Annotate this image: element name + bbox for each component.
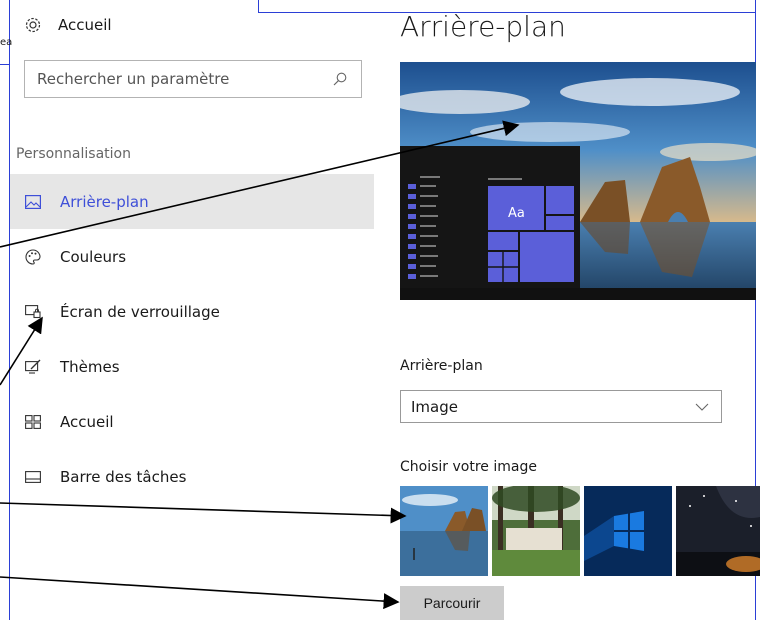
preview-tile-label: Aa bbox=[508, 206, 525, 221]
picture-icon bbox=[24, 193, 42, 211]
nav-home-label: Accueil bbox=[58, 16, 112, 34]
settings-sidebar: Accueil Rechercher un paramètre Personna… bbox=[10, 0, 374, 620]
search-placeholder: Rechercher un paramètre bbox=[37, 70, 230, 88]
thumbnail-trees[interactable] bbox=[492, 486, 580, 576]
frame-line-fragment bbox=[0, 64, 10, 65]
sidebar-item-label: Accueil bbox=[60, 412, 114, 431]
gear-icon bbox=[24, 16, 42, 34]
sidebar-item-colors[interactable]: Couleurs bbox=[10, 229, 374, 284]
sidebar-item-label: Thèmes bbox=[60, 357, 120, 376]
sidebar-item-label: Arrière-plan bbox=[60, 192, 149, 211]
thumbnail-windows[interactable] bbox=[584, 486, 672, 576]
browse-button[interactable]: Parcourir bbox=[400, 586, 504, 620]
sidebar-item-label: Barre des tâches bbox=[60, 467, 187, 486]
themes-icon bbox=[24, 358, 42, 376]
sidebar-item-lock-screen[interactable]: Écran de verrouillage bbox=[10, 284, 374, 339]
page-title: Arrière-plan bbox=[400, 10, 566, 43]
image-thumbnails bbox=[400, 486, 760, 576]
background-preview: Aa bbox=[400, 62, 756, 300]
search-input[interactable]: Rechercher un paramètre bbox=[24, 60, 362, 98]
sidebar-item-start[interactable]: Accueil bbox=[10, 394, 374, 449]
sidebar-item-themes[interactable]: Thèmes bbox=[10, 339, 374, 394]
lock-screen-icon bbox=[24, 303, 42, 321]
choose-image-label: Choisir votre image bbox=[400, 459, 537, 475]
palette-icon bbox=[24, 248, 42, 266]
sidebar-item-background[interactable]: Arrière-plan bbox=[10, 174, 374, 229]
chevron-down-icon bbox=[693, 398, 711, 416]
taskbar-icon bbox=[24, 468, 42, 486]
sidebar-item-label: Couleurs bbox=[60, 247, 127, 266]
background-type-select[interactable]: Image bbox=[400, 390, 722, 423]
start-icon bbox=[24, 413, 42, 431]
background-type-label: Arrière-plan bbox=[400, 358, 483, 374]
thumbnail-night-sky[interactable] bbox=[676, 486, 760, 576]
thumbnail-beach[interactable] bbox=[400, 486, 488, 576]
background-page: Arrière-plan Aa Arrière-plan Image Chois… bbox=[400, 0, 760, 620]
nav-list: Arrière-plan Couleurs Écran de verrouill… bbox=[10, 174, 374, 504]
section-label: Personnalisation bbox=[16, 146, 131, 162]
background-type-value: Image bbox=[411, 397, 458, 416]
sidebar-item-label: Écran de verrouillage bbox=[60, 302, 220, 321]
nav-home[interactable]: Accueil bbox=[24, 16, 112, 34]
sidebar-item-taskbar[interactable]: Barre des tâches bbox=[10, 449, 374, 504]
search-icon bbox=[331, 70, 349, 88]
